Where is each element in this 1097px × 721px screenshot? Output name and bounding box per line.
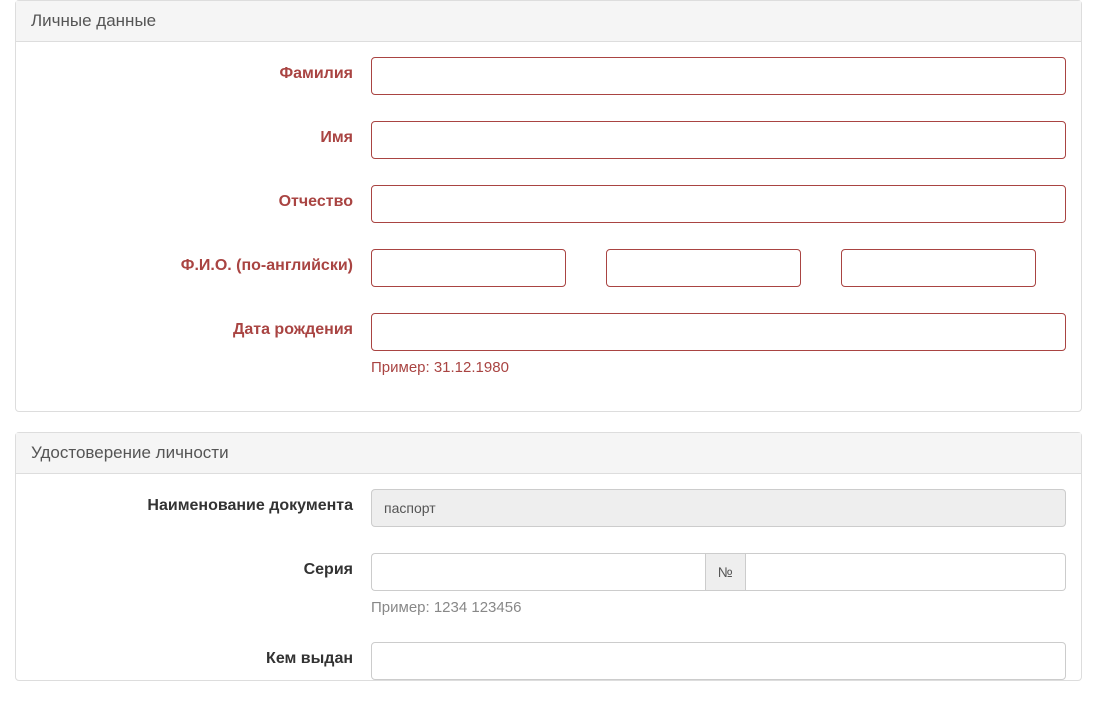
input-number[interactable] — [746, 553, 1066, 591]
row-fio-en: Ф.И.О. (по-английски) — [31, 249, 1066, 287]
wrap-issued-by — [371, 642, 1066, 680]
row-doc-name: Наименование документа — [31, 489, 1066, 527]
number-addon-label: № — [705, 553, 746, 591]
input-patronymic[interactable] — [371, 185, 1066, 223]
panel-body-identity: Наименование документа Серия № Пример: 1… — [16, 474, 1081, 680]
input-name[interactable] — [371, 121, 1066, 159]
panel-body-personal: Фамилия Имя Отчество Ф.И.О. (по-английск… — [16, 42, 1081, 411]
label-birthdate: Дата рождения — [31, 313, 371, 339]
hint-birthdate: Пример: 31.12.1980 — [371, 359, 1066, 376]
row-patronymic: Отчество — [31, 185, 1066, 223]
wrap-birthdate: Пример: 31.12.1980 — [371, 313, 1066, 376]
wrap-fio-en — [371, 249, 1066, 287]
row-series: Серия № Пример: 1234 123456 — [31, 553, 1066, 616]
input-birthdate[interactable] — [371, 313, 1066, 351]
input-fio-en-2[interactable] — [606, 249, 801, 287]
panel-title: Удостоверение личности — [31, 443, 229, 462]
wrap-name — [371, 121, 1066, 159]
wrap-patronymic — [371, 185, 1066, 223]
panel-title: Личные данные — [31, 11, 156, 30]
wrap-series: № Пример: 1234 123456 — [371, 553, 1066, 616]
label-surname: Фамилия — [31, 57, 371, 83]
input-fio-en-3[interactable] — [841, 249, 1036, 287]
input-surname[interactable] — [371, 57, 1066, 95]
label-issued-by: Кем выдан — [31, 642, 371, 668]
panel-heading-identity: Удостоверение личности — [16, 433, 1081, 474]
label-doc-name: Наименование документа — [31, 489, 371, 515]
series-number-group: № — [371, 553, 1066, 591]
panel-heading-personal: Личные данные — [16, 1, 1081, 42]
label-patronymic: Отчество — [31, 185, 371, 211]
label-series: Серия — [31, 553, 371, 579]
row-issued-by: Кем выдан — [31, 642, 1066, 680]
input-doc-name — [371, 489, 1066, 527]
identity-panel: Удостоверение личности Наименование доку… — [15, 432, 1082, 681]
row-birthdate: Дата рождения Пример: 31.12.1980 — [31, 313, 1066, 376]
hint-series: Пример: 1234 123456 — [371, 599, 1066, 616]
input-fio-en-1[interactable] — [371, 249, 566, 287]
wrap-doc-name — [371, 489, 1066, 527]
personal-data-panel: Личные данные Фамилия Имя Отчество Ф.И.О… — [15, 0, 1082, 412]
row-surname: Фамилия — [31, 57, 1066, 95]
label-name: Имя — [31, 121, 371, 147]
input-issued-by[interactable] — [371, 642, 1066, 680]
row-name: Имя — [31, 121, 1066, 159]
fio-en-group — [371, 249, 1066, 287]
wrap-surname — [371, 57, 1066, 95]
label-fio-en: Ф.И.О. (по-английски) — [31, 249, 371, 275]
input-series[interactable] — [371, 553, 705, 591]
